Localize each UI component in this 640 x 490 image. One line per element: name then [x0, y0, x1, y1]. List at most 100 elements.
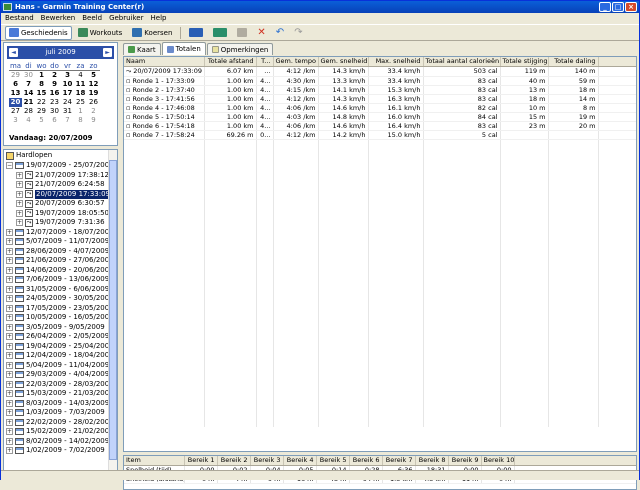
tree-activity-node[interactable]: + ⤳ 21/07/2009 6:24:58	[16, 180, 105, 189]
expand-toggle-icon[interactable]: −	[6, 162, 13, 169]
expand-toggle-icon[interactable]: +	[6, 437, 13, 445]
calendar-day[interactable]: 29	[35, 107, 48, 116]
next-month-button[interactable]: ►	[103, 48, 112, 57]
tree-week-node[interactable]: +7/06/2009 - 13/06/2009	[6, 275, 109, 284]
calendar-day[interactable]: 4	[74, 71, 87, 80]
expand-toggle-icon[interactable]: +	[6, 390, 13, 397]
tree-week-node[interactable]: +5/04/2009 - 11/04/2009	[6, 361, 109, 370]
calendar-day[interactable]: 14	[22, 89, 35, 98]
expand-toggle-icon[interactable]: +	[6, 333, 13, 340]
close-button[interactable]: ×	[625, 2, 637, 12]
calendar-day[interactable]: 31	[61, 107, 74, 116]
zone-column-header[interactable]: Bereik 9	[448, 456, 482, 466]
tree-week-node[interactable]: +17/05/2009 - 23/05/2009	[6, 304, 114, 313]
expand-toggle-icon[interactable]: +	[6, 447, 13, 454]
expand-toggle-icon[interactable]: +	[16, 209, 23, 217]
tab-totalen[interactable]: Totalen	[161, 42, 206, 55]
zone-column-header[interactable]: Bereik 10	[481, 456, 515, 466]
tree-week-node[interactable]: +21/06/2009 - 27/06/2009	[6, 256, 114, 265]
tree-scrollbar-thumb[interactable]	[109, 160, 117, 460]
tree-week-node[interactable]: +10/05/2009 - 16/05/2009	[6, 313, 114, 322]
redo-button[interactable]: ↷	[290, 26, 306, 40]
expand-toggle-icon[interactable]: +	[6, 257, 13, 264]
tree-scrollbar[interactable]	[108, 150, 117, 478]
expand-toggle-icon[interactable]: +	[6, 238, 13, 245]
calendar-day[interactable]: 5	[87, 71, 100, 80]
expand-toggle-icon[interactable]: +	[6, 371, 13, 378]
column-header[interactable]: Gem. snelheid	[318, 57, 369, 67]
expand-toggle-icon[interactable]: +	[6, 314, 13, 321]
calendar-day[interactable]: 27	[9, 107, 22, 116]
menu-bewerken[interactable]: Bewerken	[41, 13, 76, 24]
tree-activity-node[interactable]: + ⤳ 20/07/2009 6:30:57	[16, 199, 105, 208]
zone-column-header[interactable]: Bereik 3	[250, 456, 284, 466]
calendar-day[interactable]: 28	[22, 107, 35, 116]
calendar-day[interactable]: 2	[48, 71, 61, 80]
tree-week-node[interactable]: +28/06/2009 - 4/07/2009	[6, 247, 109, 256]
tab-kaart[interactable]: Kaart	[123, 43, 161, 55]
lap-row[interactable]: ▫ Ronde 7 - 17:58:24 69.26 m 0... 4:12 /km 1…	[124, 130, 636, 140]
tree-week-node[interactable]: +8/03/2009 - 14/03/2009	[6, 399, 109, 408]
calendar-day[interactable]: 8	[35, 80, 48, 89]
calendar-day[interactable]: 9	[48, 80, 61, 89]
tree-week-node[interactable]: +26/04/2009 - 2/05/2009	[6, 332, 109, 341]
minimize-button[interactable]: _	[599, 2, 611, 12]
tree-week-node[interactable]: +5/07/2009 - 11/07/2009	[6, 237, 109, 246]
calendar-day[interactable]: 23	[48, 98, 61, 107]
activity-summary-row[interactable]: ⤳ 20/07/2009 17:33:09 6.07 km... 4:12 /km 1…	[124, 66, 636, 77]
calendar-day[interactable]: 9	[87, 116, 100, 125]
calendar-day[interactable]: 5	[35, 116, 48, 125]
tree-week-node[interactable]: +1/03/2009 - 7/03/2009	[6, 408, 105, 417]
tree-week-node[interactable]: +31/05/2009 - 6/06/2009	[6, 285, 109, 294]
column-header[interactable]: Totaal aantal calorieën	[423, 57, 501, 67]
zone-column-header[interactable]: Bereik 4	[283, 456, 317, 466]
calendar-day[interactable]: 18	[74, 89, 87, 98]
column-header[interactable]: T...	[256, 57, 274, 67]
expand-toggle-icon[interactable]: +	[16, 171, 23, 179]
send-to-device-button[interactable]	[185, 26, 207, 40]
tab-opmerkingen[interactable]: Opmerkingen	[206, 43, 274, 55]
calendar-day[interactable]: 30	[22, 71, 35, 80]
calendar-day[interactable]: 15	[35, 89, 48, 98]
tree-week-node[interactable]: +15/02/2009 - 21/02/2009	[6, 427, 114, 436]
expand-toggle-icon[interactable]: +	[6, 276, 13, 283]
tree-activity-node[interactable]: + ⤳ 20/07/2009 17:33:09	[16, 189, 112, 199]
expand-toggle-icon[interactable]: +	[6, 352, 13, 359]
lap-row[interactable]: ▫ Ronde 6 - 17:54:18 1.00 km 4... 4:06 /km 1…	[124, 121, 636, 131]
calendar-day[interactable]: 17	[61, 89, 74, 98]
lap-row[interactable]: ▫ Ronde 2 - 17:37:40 1.00 km 4... 4:15 /km 1…	[124, 85, 636, 95]
tree-week-node[interactable]: +24/05/2009 - 30/05/2009	[6, 294, 114, 303]
tree-week-node[interactable]: +15/03/2009 - 21/03/2009	[6, 389, 114, 398]
zone-column-header[interactable]: Bereik 8	[415, 456, 449, 466]
calendar-day[interactable]: 6	[48, 116, 61, 125]
tree-week-node[interactable]: +14/06/2009 - 20/06/2009	[6, 266, 114, 275]
calendar-day[interactable]: 1	[74, 107, 87, 116]
tree-week-node[interactable]: +22/02/2009 - 28/02/2009	[6, 418, 114, 427]
zone-column-header[interactable]: Bereik 2	[217, 456, 251, 466]
lap-row[interactable]: ▫ Ronde 3 - 17:41:56 1.00 km 4... 4:12 /km 1…	[124, 94, 636, 104]
prev-month-button[interactable]: ◄	[9, 48, 18, 57]
column-header[interactable]: Naam	[124, 57, 205, 67]
calendar-day-selected[interactable]: 20	[9, 98, 22, 107]
tree-week-node[interactable]: +8/02/2009 - 14/02/2009	[6, 437, 109, 446]
menu-gebruiker[interactable]: Gebruiker	[109, 13, 143, 24]
lap-row[interactable]: ▫ Ronde 1 - 17:33:09 1.00 km 4... 4:30 /km 1…	[124, 76, 636, 86]
lap-row[interactable]: ▫ Ronde 5 - 17:50:14 1.00 km 4... 4:03 /km 1…	[124, 112, 636, 122]
paste-button[interactable]	[233, 26, 251, 40]
expand-toggle-icon[interactable]: +	[16, 200, 23, 207]
calendar-day[interactable]: 4	[22, 116, 35, 125]
history-button[interactable]: Geschiedenis	[5, 25, 72, 40]
tree-week-node[interactable]: +12/04/2009 - 18/04/2009	[6, 351, 114, 360]
tree-activity-node[interactable]: + ⤳ 21/07/2009 17:38:12	[16, 171, 109, 180]
tree-root-hardlopen[interactable]: Hardlopen	[6, 151, 52, 160]
calendar-day[interactable]: 2	[87, 107, 100, 116]
undo-button[interactable]: ↶	[272, 26, 288, 40]
calendar-day[interactable]: 7	[61, 116, 74, 125]
calendar-day[interactable]: 3	[9, 116, 22, 125]
zone-column-header[interactable]: Bereik 7	[382, 456, 416, 466]
tree-week-node[interactable]: +29/03/2009 - 4/04/2009	[6, 370, 109, 379]
calendar-day[interactable]: 11	[74, 80, 87, 89]
menu-help[interactable]: Help	[151, 13, 167, 24]
expand-toggle-icon[interactable]: +	[6, 285, 13, 293]
zone-column-header[interactable]: Item	[124, 456, 185, 466]
